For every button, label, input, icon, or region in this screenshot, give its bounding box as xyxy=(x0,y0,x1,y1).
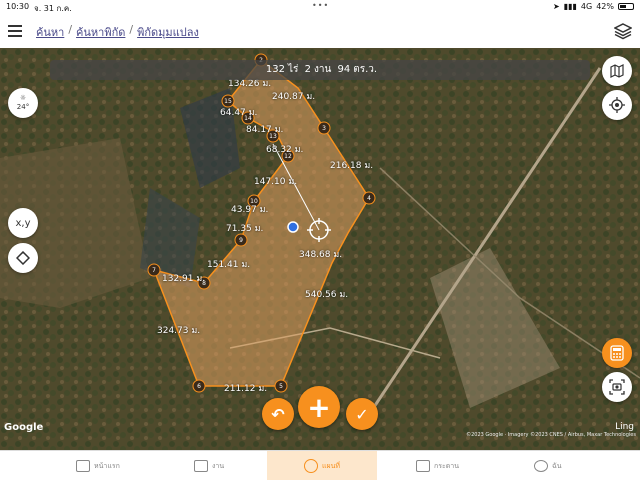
compass-button[interactable]: ☼ 24° xyxy=(8,88,38,118)
area-rai: 132 xyxy=(265,64,285,75)
tab-label: กระดาน xyxy=(434,461,460,470)
status-bar: 10:30 จ. 31 ก.ค. ••• ➤ ▮▮▮ 4G 42% xyxy=(0,0,640,14)
tab-home[interactable]: หน้าแรก xyxy=(76,451,136,480)
multitask-dots-icon: ••• xyxy=(312,1,330,10)
home-icon xyxy=(76,460,90,472)
calculator-button[interactable] xyxy=(602,338,632,368)
edge-label: 216.18 ม. xyxy=(330,161,374,171)
breadcrumb: ค้นหา / ค้นหาพิกัด / พิกัดมุมแปลง xyxy=(36,23,199,41)
map-type-button[interactable] xyxy=(602,56,632,86)
edge-label: 43.97 ม. xyxy=(231,205,269,215)
map-view[interactable]: 2 3 4 5 6 7 8 9 10 12 13 14 15 134.26 ม.… xyxy=(0,48,640,450)
tab-label: หน้าแรก xyxy=(94,461,120,470)
screenshot-button[interactable] xyxy=(602,372,632,402)
tab-board[interactable]: กระดาน xyxy=(416,451,476,480)
ling-label: Ling xyxy=(615,422,634,432)
breadcrumb-search[interactable]: ค้นหา xyxy=(36,23,64,41)
breadcrumb-corner-coordinates[interactable]: พิกัดมุมแปลง xyxy=(137,23,199,41)
status-indicators: ➤ ▮▮▮ 4G 42% xyxy=(553,2,634,11)
edge-label: 324.73 ม. xyxy=(157,326,201,336)
edge-label: 68.32 ม. xyxy=(266,145,304,155)
area-wa: 94 xyxy=(337,64,351,75)
undo-icon: ↶ xyxy=(271,404,285,424)
diamond-icon[interactable] xyxy=(8,243,38,273)
edge-label: 147.10 ม. xyxy=(254,177,298,187)
tab-label: ฉัน xyxy=(552,461,562,470)
undo-button[interactable]: ↶ xyxy=(262,398,294,430)
coordinate-input-button[interactable]: x,y xyxy=(8,208,38,238)
map-icon xyxy=(610,64,624,78)
breadcrumb-coordinate-search[interactable]: ค้นหาพิกัด xyxy=(76,23,125,41)
calculator-icon xyxy=(610,345,624,361)
plus-icon: + xyxy=(307,390,331,424)
area-summary-bar: 132 ไร่ 2 งาน 94 ตร.ว. xyxy=(50,60,590,80)
edge-label: 64.47 ม. xyxy=(220,108,258,118)
edge-label: 84.17 ม. xyxy=(246,125,284,135)
tab-map[interactable]: แผนที่ xyxy=(267,451,377,480)
edge-label: 348.68 ม. xyxy=(299,250,343,260)
status-time: 10:30 xyxy=(6,2,30,11)
signal-icon: ▮▮▮ xyxy=(563,2,577,11)
edge-label: 71.35 ม. xyxy=(226,224,264,234)
battery-label: 42% xyxy=(596,2,614,11)
area-ngan: 2 xyxy=(304,64,311,75)
check-icon: ✓ xyxy=(355,404,369,424)
profile-icon xyxy=(534,460,548,472)
add-point-button[interactable]: + xyxy=(298,386,340,428)
edge-label: 211.12 ม. xyxy=(224,384,268,394)
plus-circle-icon xyxy=(303,459,318,473)
edge-label: 240.87 ม. xyxy=(272,92,316,102)
my-location-button[interactable] xyxy=(602,90,632,120)
layers-icon[interactable] xyxy=(614,22,632,40)
compass-heading: 24° xyxy=(16,103,30,111)
edge-label: 540.56 ม. xyxy=(305,290,349,300)
edge-label: 132.91 ม. xyxy=(162,274,206,284)
confirm-button[interactable]: ✓ xyxy=(346,398,378,430)
tab-jobs[interactable]: งาน xyxy=(194,451,244,480)
board-icon xyxy=(416,460,430,472)
battery-icon xyxy=(618,3,634,10)
bottom-tab-bar: หน้าแรก งาน แผนที่ กระดาน ฉัน xyxy=(0,450,640,480)
tab-label: งาน xyxy=(212,461,225,470)
edge-label: 151.41 ม. xyxy=(207,260,251,270)
imagery-copyright: ©2023 Google · Imagery ©2023 CNES / Airb… xyxy=(466,432,636,438)
google-logo: Google xyxy=(4,422,44,433)
menu-icon[interactable] xyxy=(8,25,22,37)
camera-icon xyxy=(609,379,625,395)
gps-icon xyxy=(609,97,625,113)
location-icon: ➤ xyxy=(553,2,560,11)
network-label: 4G xyxy=(580,2,593,11)
app-header: ค้นหา / ค้นหาพิกัด / พิกัดมุมแปลง xyxy=(0,14,640,48)
tab-label: แผนที่ xyxy=(321,461,340,470)
tab-profile[interactable]: ฉัน xyxy=(534,451,584,480)
sun-icon: ☼ xyxy=(19,94,27,102)
calendar-icon xyxy=(194,460,208,472)
